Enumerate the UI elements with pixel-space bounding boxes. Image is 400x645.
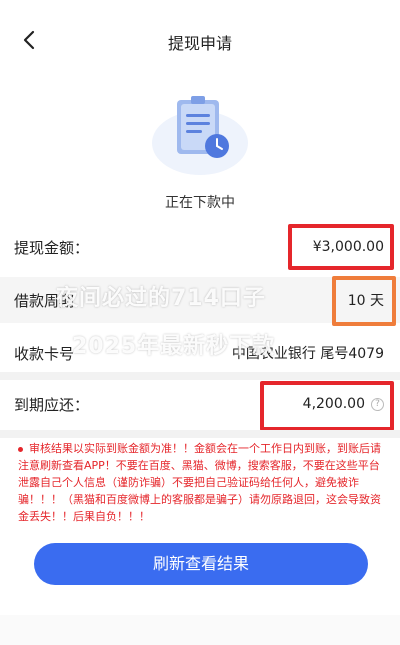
card-label: 收款卡号 xyxy=(14,344,75,363)
bottom-area xyxy=(0,615,400,645)
page-title: 提现申请 xyxy=(167,34,232,53)
section-divider xyxy=(0,372,400,380)
due-row: 到期应还： 4,200.00 ? xyxy=(0,381,400,427)
notice-text: 审核结果以实际到账金额为准！！金额会在一个工作日内到账，到账后请注意刷新查看AP… xyxy=(18,440,384,525)
status-text: 正在下款中 xyxy=(165,195,235,211)
refresh-button[interactable]: 刷新查看结果 xyxy=(34,543,368,585)
nav-bar: 提现申请 xyxy=(0,0,400,80)
help-icon[interactable]: ? xyxy=(371,397,384,411)
amount-label: 提现金额： xyxy=(14,238,90,257)
due-value: 4,200.00 xyxy=(302,396,365,412)
watermark-line1: 夜间必过的714口子 xyxy=(56,286,266,311)
document-clock-icon xyxy=(145,88,255,178)
due-value-wrap: 4,200.00 ? xyxy=(303,396,384,412)
watermark-line2: 2025年最新秒下款 xyxy=(72,334,276,359)
amount-row: 提现金额： ¥3,000.00 xyxy=(0,224,400,270)
term-value: 10 天 xyxy=(347,293,384,309)
amount-value: ¥3,000.00 xyxy=(312,239,384,255)
section-divider xyxy=(0,430,400,438)
notice-content: 审核结果以实际到账金额为准！！金额会在一个工作日内到账，到账后请注意刷新查看AP… xyxy=(18,442,381,523)
notice-bullet-icon xyxy=(18,446,23,452)
due-label: 到期应还： xyxy=(14,395,90,414)
